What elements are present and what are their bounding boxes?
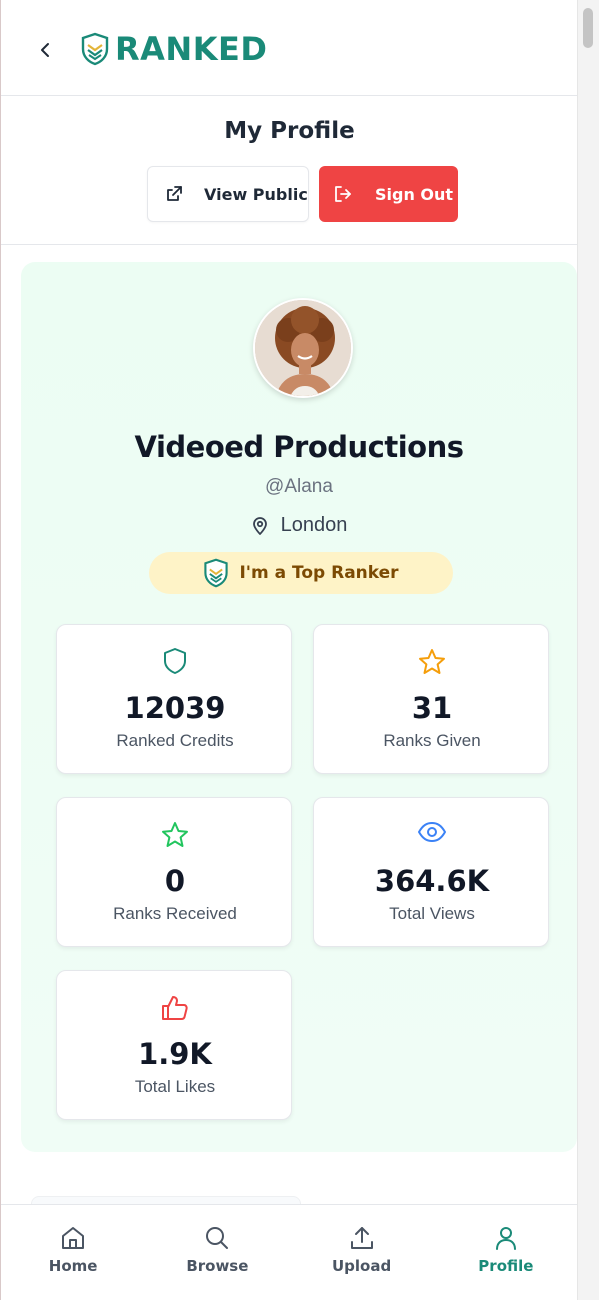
stat-label: Ranks Received xyxy=(113,904,237,923)
badge-text: I'm a Top Ranker xyxy=(239,563,399,583)
search-icon xyxy=(206,1227,229,1249)
scrollbar[interactable] xyxy=(577,0,599,1300)
avatar[interactable] xyxy=(253,298,353,398)
scrollbar-thumb[interactable] xyxy=(583,8,593,48)
nav-upload[interactable]: Upload xyxy=(290,1205,434,1300)
profile-location: London xyxy=(21,514,577,537)
nav-browse[interactable]: Browse xyxy=(145,1205,289,1300)
chevron-left-icon xyxy=(41,43,49,57)
nav-home[interactable]: Home xyxy=(1,1205,145,1300)
brand-logo[interactable]: RANKED xyxy=(81,30,267,68)
stat-value: 0 xyxy=(164,864,186,898)
user-icon xyxy=(495,1227,516,1250)
stat-value: 1.9K xyxy=(138,1037,212,1071)
stat-value: 364.6K xyxy=(374,864,490,898)
eye-icon xyxy=(418,822,446,842)
page-title: My Profile xyxy=(224,118,355,144)
avatar-photo xyxy=(255,300,351,396)
stat-ranked-credits: 12039 Ranked Credits xyxy=(56,624,292,774)
star-icon xyxy=(419,649,445,674)
profile-name: Videoed Productions xyxy=(134,430,464,464)
stat-value: 12039 xyxy=(124,691,226,725)
nav-profile[interactable]: Profile xyxy=(434,1205,578,1300)
app-header: RANKED xyxy=(1,0,578,96)
stat-total-likes: 1.9K Total Likes xyxy=(56,970,292,1120)
stat-label: Total Likes xyxy=(134,1077,216,1096)
profile-title-section: My Profile View Public Sign Out xyxy=(1,96,578,245)
nav-label: Browse xyxy=(186,1257,249,1275)
map-pin-icon xyxy=(252,516,267,535)
external-link-icon xyxy=(167,186,182,201)
app-window: RANKED My Profile View Public Sign Out V… xyxy=(0,0,599,1300)
nav-label: Home xyxy=(48,1257,98,1275)
stat-ranks-given: 31 Ranks Given xyxy=(313,624,549,774)
stat-label: Total Views xyxy=(389,904,475,923)
stat-label: Ranked Credits xyxy=(116,731,234,750)
stat-ranks-received: 0 Ranks Received xyxy=(56,797,292,947)
nav-label: Upload xyxy=(332,1257,392,1275)
upload-icon xyxy=(350,1227,373,1249)
view-public-label: View Public xyxy=(204,184,308,204)
location-text: London xyxy=(280,514,348,536)
back-button[interactable] xyxy=(31,34,59,66)
nav-label: Profile xyxy=(478,1257,534,1275)
sign-out-label: Sign Out xyxy=(375,184,454,204)
star-icon xyxy=(162,822,188,847)
brand-name: RANKED xyxy=(115,30,268,68)
home-icon xyxy=(62,1227,85,1249)
top-ranker-badge: I'm a Top Ranker xyxy=(149,552,453,594)
stat-total-views: 364.6K Total Views xyxy=(313,797,549,947)
thumbs-up-icon xyxy=(162,996,188,1020)
page-content: RANKED My Profile View Public Sign Out V… xyxy=(1,0,578,1300)
stat-value: 31 xyxy=(411,691,453,725)
shield-logo-icon xyxy=(81,32,109,66)
bottom-nav: Home Browse Upload Profile xyxy=(1,1204,578,1300)
sign-out-button[interactable]: Sign Out xyxy=(319,166,458,222)
profile-handle: @Alana xyxy=(265,476,333,497)
log-out-icon xyxy=(335,186,351,202)
view-public-button[interactable]: View Public xyxy=(147,166,309,222)
stat-label: Ranks Given xyxy=(383,731,481,750)
shield-icon xyxy=(164,648,186,674)
shield-badge-icon xyxy=(204,558,229,588)
profile-card: Videoed Productions @Alana London I'm a … xyxy=(21,262,577,1152)
